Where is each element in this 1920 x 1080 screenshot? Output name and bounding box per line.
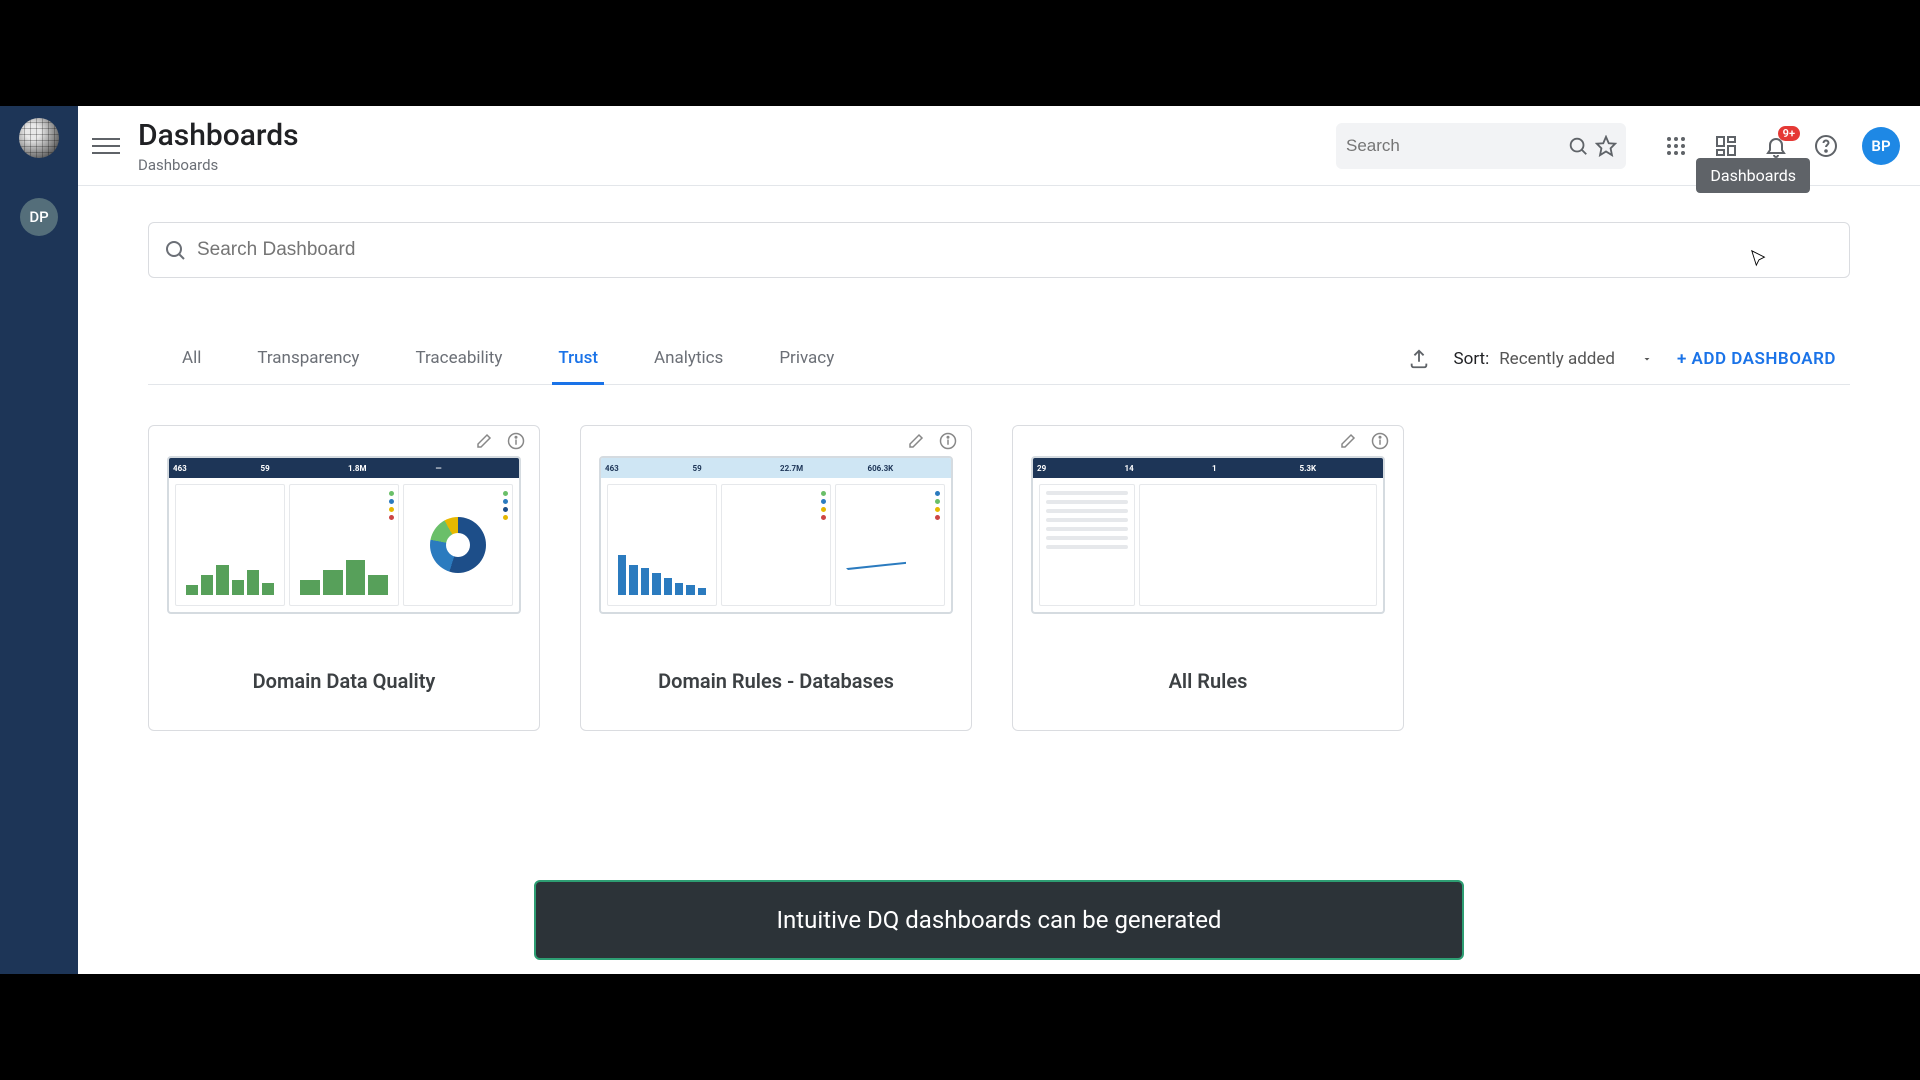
apps-grid-icon[interactable] bbox=[1662, 132, 1690, 160]
edit-icon[interactable] bbox=[1339, 432, 1357, 450]
tab-analytics[interactable]: Analytics bbox=[648, 334, 729, 385]
dashboard-thumbnail: 463591.8M— bbox=[167, 456, 521, 614]
title-block: Dashboards Dashboards bbox=[138, 118, 299, 174]
tab-all[interactable]: All bbox=[176, 334, 207, 385]
global-search-input[interactable] bbox=[1346, 136, 1567, 156]
edit-icon[interactable] bbox=[907, 432, 925, 450]
sort-value: Recently added bbox=[1499, 349, 1615, 369]
letterbox-bottom bbox=[0, 974, 1920, 1080]
app-frame: DP Dashboards Dashboards bbox=[0, 106, 1920, 974]
search-icon[interactable] bbox=[1567, 134, 1589, 158]
content: All Transparency Traceability Trust Analytic… bbox=[78, 186, 1920, 974]
tab-row: All Transparency Traceability Trust Analytic… bbox=[148, 334, 1850, 385]
dashboard-card[interactable]: 4635922.7M606.3K Domain Rules - Database… bbox=[580, 425, 972, 731]
menu-toggle-button[interactable] bbox=[92, 132, 120, 160]
info-icon[interactable] bbox=[507, 432, 525, 450]
user-avatar[interactable]: BP bbox=[1862, 127, 1900, 165]
dashboard-card-title: Domain Rules - Databases bbox=[581, 614, 971, 730]
add-dashboard-button[interactable]: + ADD DASHBOARD bbox=[1677, 349, 1836, 369]
dashboard-thumbnail: 4635922.7M606.3K bbox=[599, 456, 953, 614]
page-title: Dashboards bbox=[138, 118, 299, 154]
export-icon[interactable] bbox=[1408, 348, 1430, 370]
sidebar-workspace-avatar[interactable]: DP bbox=[20, 198, 58, 236]
dashboard-card-title: All Rules bbox=[1013, 614, 1403, 730]
sort-label: Sort: bbox=[1454, 349, 1490, 369]
dashboard-thumbnail: 291415.3K bbox=[1031, 456, 1385, 614]
top-bar: Dashboards Dashboards bbox=[78, 106, 1920, 186]
breadcrumb[interactable]: Dashboards bbox=[138, 156, 299, 174]
notifications-icon[interactable]: 9+ bbox=[1762, 132, 1790, 160]
global-search[interactable] bbox=[1336, 123, 1626, 169]
star-icon[interactable] bbox=[1595, 134, 1617, 158]
notification-badge: 9+ bbox=[1778, 126, 1800, 141]
app-logo[interactable] bbox=[19, 118, 59, 158]
dashboard-icon[interactable] bbox=[1712, 132, 1740, 160]
main-area: Dashboards Dashboards bbox=[78, 106, 1920, 974]
info-icon[interactable] bbox=[1371, 432, 1389, 450]
dashboard-search-input[interactable] bbox=[197, 239, 1835, 261]
letterbox-top bbox=[0, 0, 1920, 106]
left-sidebar: DP bbox=[0, 106, 78, 974]
tabs: All Transparency Traceability Trust Analytic… bbox=[148, 334, 840, 384]
help-icon[interactable] bbox=[1812, 132, 1840, 160]
tab-transparency[interactable]: Transparency bbox=[251, 334, 365, 385]
tab-trust[interactable]: Trust bbox=[552, 334, 604, 385]
dashboard-search[interactable] bbox=[148, 222, 1850, 278]
dashboard-cards: 463591.8M— Domain Data Quality 4635922.7… bbox=[148, 425, 1850, 731]
dashboard-card[interactable]: 291415.3K All Rules bbox=[1012, 425, 1404, 731]
sort-select[interactable]: Recently added bbox=[1499, 349, 1653, 369]
dashboard-card[interactable]: 463591.8M— Domain Data Quality bbox=[148, 425, 540, 731]
sort-control: Sort: Recently added bbox=[1454, 349, 1653, 369]
tab-privacy[interactable]: Privacy bbox=[773, 334, 840, 385]
dashboard-card-title: Domain Data Quality bbox=[149, 614, 539, 730]
caption-banner: Intuitive DQ dashboards can be generated bbox=[534, 880, 1464, 960]
edit-icon[interactable] bbox=[475, 432, 493, 450]
chevron-down-icon bbox=[1641, 353, 1653, 365]
search-icon bbox=[163, 238, 187, 262]
tab-actions: Sort: Recently added + ADD DASHBOARD bbox=[1408, 348, 1850, 370]
info-icon[interactable] bbox=[939, 432, 957, 450]
tab-traceability[interactable]: Traceability bbox=[409, 334, 508, 385]
